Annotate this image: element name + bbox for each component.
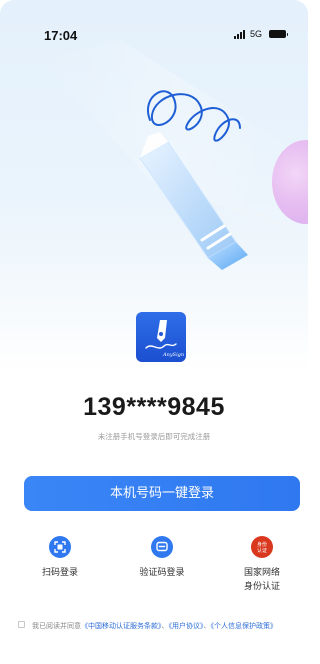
agreement-section: 我已阅读并同意《中国移动认证服务条款》、《用户协议》、《个人信息保护政策》 <box>18 620 296 632</box>
masked-phone-number: 139****9845 <box>83 393 225 421</box>
registration-hint: 未注册手机号登录后即可完成注册 <box>97 432 211 441</box>
scan-login-option[interactable]: 扫码登录 <box>23 536 97 580</box>
message-icon <box>151 536 173 558</box>
status-indicators: 5G <box>233 29 288 39</box>
hero-background-icon <box>40 40 308 270</box>
battery-icon <box>269 30 288 38</box>
hero-illustration <box>0 40 308 300</box>
app-logo: AnySign <box>136 312 186 362</box>
user-agreement-link[interactable]: 《用户协议》 <box>169 622 204 630</box>
scan-login-label: 扫码登录 <box>41 568 78 578</box>
agreement-text: 我已阅读并同意《中国移动认证服务条款》、《用户协议》、《个人信息保护政策》 <box>18 620 296 632</box>
sms-code-login-label: 验证码登录 <box>139 568 185 578</box>
login-screen: 17:04 5G AnySign 139****9845 未注册手机号登录后即可… <box>0 0 308 664</box>
svg-text:身份: 身份 <box>257 541 267 548</box>
cmcc-terms-link[interactable]: 《中国移动认证服务条款》 <box>81 622 162 630</box>
network-type: 5G <box>249 29 262 39</box>
agreement-separator: 、 <box>203 622 211 630</box>
agreement-prefix: 我已阅读并同意 <box>32 622 81 630</box>
sms-code-login-option[interactable]: 验证码登录 <box>125 536 199 580</box>
national-id-login-label: 国家网络 身份认证 <box>243 568 280 592</box>
national-id-icon: 身份 认证 <box>251 536 273 558</box>
agreement-checkbox[interactable] <box>18 621 25 628</box>
status-bar: 17:04 5G <box>0 0 308 44</box>
national-id-login-option[interactable]: 身份 认证 国家网络 身份认证 <box>225 536 299 594</box>
svg-text:AnySign: AnySign <box>162 352 184 358</box>
svg-text:认证: 认证 <box>257 547 267 554</box>
one-tap-login-button[interactable]: 本机号码一键登录 <box>24 476 300 511</box>
agreement-separator: 、 <box>161 622 169 630</box>
pen-nib-icon: AnySign <box>145 320 184 358</box>
signal-icon <box>233 29 245 39</box>
scan-icon <box>49 536 71 558</box>
privacy-policy-link[interactable]: 《个人信息保护政策》 <box>211 622 278 630</box>
